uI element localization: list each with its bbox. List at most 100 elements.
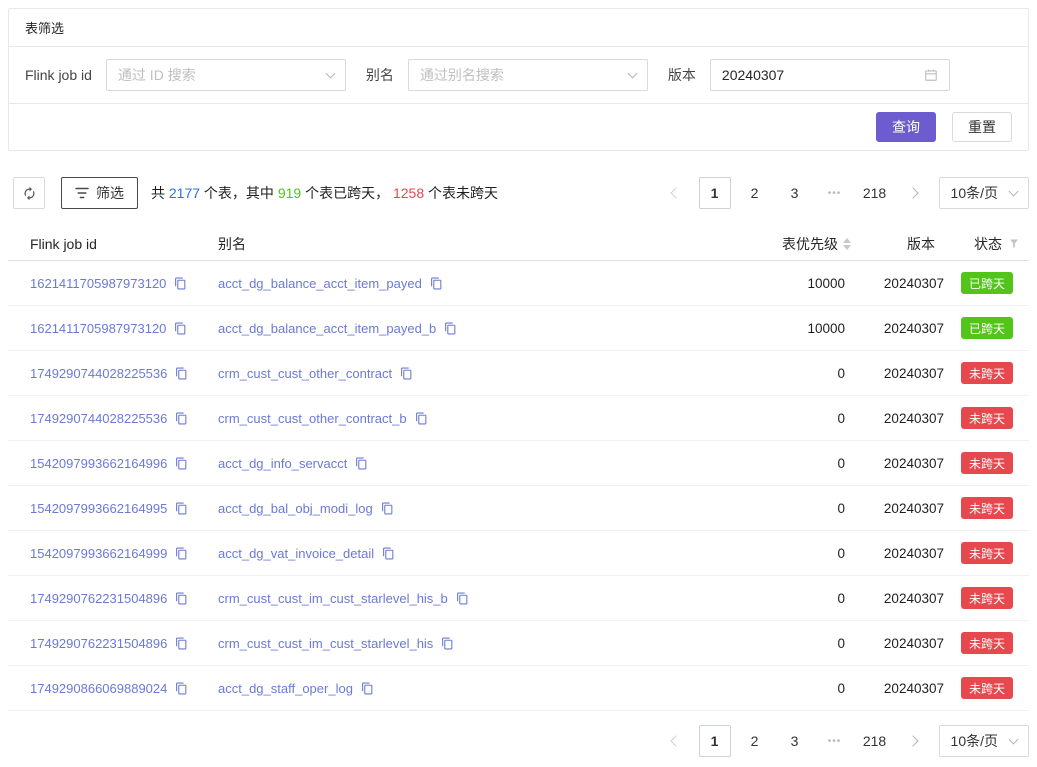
status-badge: 未跨天 [961, 677, 1013, 699]
reset-button[interactable]: 重置 [952, 112, 1012, 142]
table-row: 1749290762231504896 crm_cust_cust_im_cus… [8, 621, 1029, 666]
alias-link[interactable]: acct_dg_staff_oper_log [218, 681, 353, 696]
pagination-ellipsis[interactable]: ••• [819, 177, 851, 209]
status-badge: 未跨天 [961, 632, 1013, 654]
copy-icon[interactable] [175, 502, 188, 515]
copy-icon[interactable] [175, 367, 188, 380]
summary-segment: 个表未跨天 [424, 185, 498, 201]
alias-link[interactable]: acct_dg_balance_acct_item_payed [218, 276, 422, 291]
filter-actions-row: 查询 重置 [9, 104, 1028, 150]
alias-link[interactable]: crm_cust_cust_im_cust_starlevel_his [218, 636, 433, 651]
sort-icon[interactable] [843, 238, 851, 250]
copy-icon[interactable] [175, 637, 188, 650]
query-button[interactable]: 查询 [876, 112, 936, 142]
flink-job-id-link[interactable]: 1542097993662164995 [30, 501, 167, 516]
pagination-prev-button[interactable] [659, 725, 691, 757]
status-badge: 未跨天 [961, 452, 1013, 474]
copy-icon[interactable] [361, 682, 374, 695]
flink-job-id-link[interactable]: 1749290762231504896 [30, 636, 167, 651]
pagination-ellipsis[interactable]: ••• [819, 725, 851, 757]
toolbar: 筛选 共 2177 个表，其中 919 个表已跨天， 1258 个表未跨天 12… [8, 177, 1029, 209]
table-header-row: Flink job id 别名 表优先级 版本 状态 [8, 227, 1029, 261]
pagination-page-3[interactable]: 3 [779, 177, 811, 209]
table-body: 1621411705987973120 acct_dg_balance_acct… [8, 261, 1029, 711]
copy-icon[interactable] [175, 592, 188, 605]
copy-icon[interactable] [441, 637, 454, 650]
column-header-status-label: 状态 [974, 234, 1002, 254]
copy-icon[interactable] [430, 277, 443, 290]
pagination-page-1[interactable]: 1 [699, 177, 731, 209]
page-size-select[interactable]: 10条/页 [939, 725, 1029, 757]
refresh-button[interactable] [13, 177, 45, 209]
flink-job-id-link[interactable]: 1749290744028225536 [30, 411, 167, 426]
copy-icon[interactable] [175, 547, 188, 560]
table-row: 1749290762231504896 crm_cust_cust_im_cus… [8, 576, 1029, 621]
priority-value: 0 [713, 636, 853, 651]
flink-job-id-link[interactable]: 1542097993662164999 [30, 546, 167, 561]
pagination-page-2[interactable]: 2 [739, 177, 771, 209]
summary-text: 共 2177 个表，其中 919 个表已跨天， 1258 个表未跨天 [151, 183, 498, 203]
flink-job-id-link[interactable]: 1621411705987973120 [30, 321, 166, 336]
pagination-page-1[interactable]: 1 [699, 725, 731, 757]
copy-icon[interactable] [175, 412, 188, 425]
table-row: 1621411705987973120 acct_dg_balance_acct… [8, 261, 1029, 306]
alias-link[interactable]: crm_cust_cust_other_contract_b [218, 411, 407, 426]
alias-link[interactable]: acct_dg_balance_acct_item_payed_b [218, 321, 436, 336]
summary-segment: 个表已跨天， [301, 185, 393, 201]
bottom-bar: 123•••218 10条/页 [8, 725, 1029, 757]
filter-funnel-icon[interactable] [1008, 238, 1020, 250]
alias-link[interactable]: crm_cust_cust_im_cust_starlevel_his_b [218, 591, 448, 606]
status-badge: 未跨天 [961, 407, 1013, 429]
alias-link[interactable]: acct_dg_info_servacct [218, 456, 347, 471]
pagination-next-button[interactable] [899, 177, 931, 209]
status-badge: 未跨天 [961, 587, 1013, 609]
pagination-page-218[interactable]: 218 [859, 725, 891, 757]
flink-job-id-link[interactable]: 1749290866069889024 [30, 681, 167, 696]
page-size-select[interactable]: 10条/页 [939, 177, 1029, 209]
flink-job-id-select[interactable]: 通过 ID 搜索 [106, 59, 346, 91]
pagination-prev-button[interactable] [659, 177, 691, 209]
uncrossed-count: 1258 [393, 185, 424, 201]
filter-toggle-button[interactable]: 筛选 [61, 177, 138, 209]
copy-icon[interactable] [444, 322, 457, 335]
copy-icon[interactable] [382, 547, 395, 560]
chevron-down-icon [627, 69, 637, 79]
pagination-page-2[interactable]: 2 [739, 725, 771, 757]
alias-select[interactable]: 通过别名搜索 [408, 59, 648, 91]
version-value: 20240307 [853, 636, 945, 651]
column-header-priority[interactable]: 表优先级 [713, 234, 853, 254]
page: 表筛选 Flink job id 通过 ID 搜索 别名 通过别名搜索 版本 2… [0, 0, 1037, 765]
pagination-page-218[interactable]: 218 [859, 177, 891, 209]
column-header-alias: 别名 [204, 234, 713, 254]
copy-icon[interactable] [456, 592, 469, 605]
version-label: 版本 [668, 65, 696, 85]
pagination-next-button[interactable] [899, 725, 931, 757]
copy-icon[interactable] [175, 457, 188, 470]
filter-card-title: 表筛选 [9, 9, 1028, 47]
table: Flink job id 别名 表优先级 版本 状态 1621411705987… [8, 227, 1029, 711]
column-header-priority-label: 表优先级 [782, 234, 838, 254]
copy-icon[interactable] [175, 682, 188, 695]
alias-link[interactable]: acct_dg_bal_obj_modi_log [218, 501, 373, 516]
column-header-flink-job-id: Flink job id [8, 236, 204, 252]
alias-link[interactable]: crm_cust_cust_other_contract [218, 366, 392, 381]
flink-job-id-link[interactable]: 1621411705987973120 [30, 276, 166, 291]
copy-icon[interactable] [355, 457, 368, 470]
copy-icon[interactable] [400, 367, 413, 380]
copy-icon[interactable] [415, 412, 428, 425]
version-date-input[interactable]: 20240307 [710, 59, 950, 91]
alias-link[interactable]: acct_dg_vat_invoice_detail [218, 546, 374, 561]
copy-icon[interactable] [381, 502, 394, 515]
version-value: 20240307 [853, 366, 945, 381]
pagination-bottom: 123•••218 10条/页 [659, 725, 1029, 757]
flink-job-id-label: Flink job id [25, 67, 92, 83]
table-row: 1542097993662164999 acct_dg_vat_invoice_… [8, 531, 1029, 576]
flink-job-id-link[interactable]: 1542097993662164996 [30, 456, 167, 471]
flink-job-id-link[interactable]: 1749290762231504896 [30, 591, 167, 606]
copy-icon[interactable] [174, 322, 187, 335]
filter-row: Flink job id 通过 ID 搜索 别名 通过别名搜索 版本 20240… [9, 47, 1028, 104]
pagination-page-3[interactable]: 3 [779, 725, 811, 757]
copy-icon[interactable] [174, 277, 187, 290]
status-badge: 未跨天 [961, 362, 1013, 384]
flink-job-id-link[interactable]: 1749290744028225536 [30, 366, 167, 381]
